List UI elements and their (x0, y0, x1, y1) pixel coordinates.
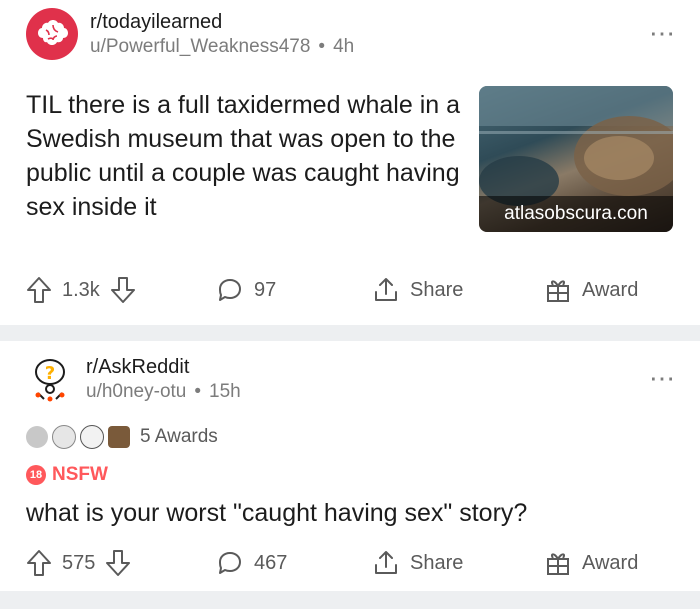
post-header: r/todayilearned u/Powerful_Weakness478 •… (26, 8, 354, 60)
more-options-icon[interactable]: ⋯ (649, 18, 676, 49)
vote-count: 575 (62, 551, 96, 574)
vote-group: 575 (26, 549, 216, 577)
vote-count: 1.3k (62, 278, 100, 301)
post-title[interactable]: what is your worst "caught having sex" s… (26, 499, 527, 528)
post-thumbnail[interactable]: atlasobscura.con (479, 86, 673, 232)
share-label: Share (410, 551, 464, 574)
award-gift-icon (547, 280, 569, 302)
upvote-icon[interactable] (26, 276, 52, 304)
subreddit-name[interactable]: r/AskReddit (86, 355, 241, 380)
nsfw-18-icon: 18 (26, 465, 46, 485)
share-button[interactable]: Share (372, 549, 544, 577)
subreddit-avatar-question-snoo-icon[interactable]: ? (26, 355, 74, 404)
upvote-icon[interactable] (26, 549, 52, 577)
subreddit-avatar-brain-icon[interactable] (26, 8, 78, 60)
award-label: Award (582, 551, 639, 574)
share-button[interactable]: Share (372, 276, 544, 304)
share-label: Share (410, 278, 464, 301)
award-gift-icon (547, 553, 569, 575)
comments-button[interactable]: 467 (216, 549, 372, 577)
comment-count: 467 (254, 551, 288, 574)
share-icon (375, 551, 397, 574)
post-age: 15h (209, 381, 241, 402)
feed-separator (0, 325, 700, 341)
award-coin-icon (80, 425, 104, 449)
post-author[interactable]: u/Powerful_Weakness478 (90, 35, 310, 59)
share-icon (375, 278, 397, 301)
award-bear-icon (108, 426, 130, 448)
vote-group: 1.3k (26, 276, 216, 304)
post-card[interactable]: ? r/AskReddit u/h0ney-otu • 15h ⋯ 5 Awar… (0, 341, 700, 591)
award-button[interactable]: Award (544, 276, 638, 304)
award-face-icon (52, 425, 76, 449)
awards-row[interactable]: 5 Awards (26, 425, 218, 449)
feed-separator (0, 591, 700, 609)
post-actions: 575 467 Share Award (26, 549, 674, 577)
nsfw-tag: 18 NSFW (26, 464, 108, 486)
svg-text:?: ? (45, 363, 55, 384)
subreddit-name[interactable]: r/todayilearned (90, 10, 354, 35)
separator-dot: • (194, 381, 202, 402)
more-options-icon[interactable]: ⋯ (649, 363, 676, 394)
post-actions: 1.3k 97 Share Award (26, 276, 674, 304)
post-author[interactable]: u/h0ney-otu (86, 380, 186, 404)
downvote-icon[interactable] (105, 549, 131, 577)
comment-icon (219, 279, 241, 301)
awards-count: 5 Awards (140, 426, 218, 447)
award-button[interactable]: Award (544, 549, 638, 577)
award-silver-icon (26, 426, 48, 448)
comments-button[interactable]: 97 (216, 276, 372, 304)
separator-dot: • (318, 35, 326, 57)
post-header: ? r/AskReddit u/h0ney-otu • 15h (26, 355, 241, 404)
post-age: 4h (333, 35, 355, 57)
post-title[interactable]: TIL there is a full taxidermed whale in … (26, 88, 466, 224)
thumbnail-domain[interactable]: atlasobscura.con (479, 196, 673, 232)
comment-icon (219, 552, 241, 574)
post-card[interactable]: r/todayilearned u/Powerful_Weakness478 •… (0, 0, 700, 325)
comment-count: 97 (254, 278, 277, 301)
nsfw-label: NSFW (52, 464, 108, 485)
downvote-icon[interactable] (110, 276, 136, 304)
award-label: Award (582, 278, 639, 301)
